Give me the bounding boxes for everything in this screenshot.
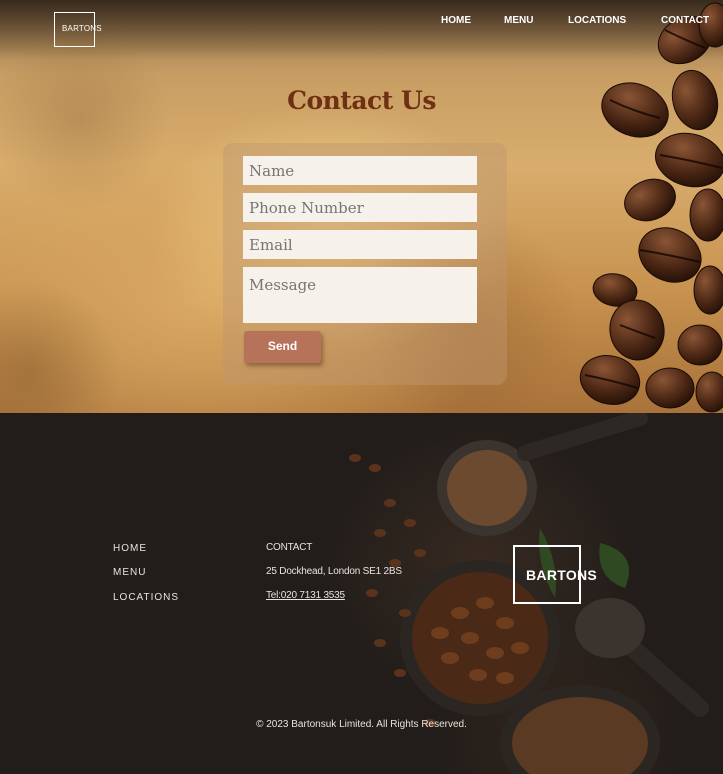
logo-text: BARTONS	[62, 24, 102, 33]
nav-home[interactable]: HOME	[441, 15, 471, 26]
phone-field[interactable]	[243, 193, 477, 222]
footer-contact-heading: CONTACT	[266, 542, 313, 553]
nav-locations[interactable]: LOCATIONS	[568, 15, 626, 26]
message-field[interactable]	[243, 267, 477, 323]
hero-section: BARTONS HOME MENU LOCATIONS CONTACT Cont…	[0, 0, 723, 413]
nav-menu[interactable]: MENU	[504, 15, 533, 26]
footer-phone-link[interactable]: Tel:020 7131 3535	[266, 590, 345, 601]
footer-logo-text: BARTONS	[526, 567, 598, 583]
coffee-beans-image	[579, 2, 723, 413]
footer-link-locations[interactable]: LOCATIONS	[113, 592, 179, 603]
page-title: Contact Us	[287, 86, 436, 115]
footer-address: 25 Dockhead, London SE1 2BS	[266, 566, 402, 577]
footer-link-menu[interactable]: MENU	[113, 567, 146, 578]
footer-link-home[interactable]: HOME	[113, 543, 147, 554]
email-field[interactable]	[243, 230, 477, 259]
send-button[interactable]: Send	[244, 331, 321, 363]
nav-contact[interactable]: CONTACT	[661, 15, 709, 26]
copyright: © 2023 Bartonsuk Limited. All Rights Res…	[256, 719, 467, 730]
name-field[interactable]	[243, 156, 477, 185]
